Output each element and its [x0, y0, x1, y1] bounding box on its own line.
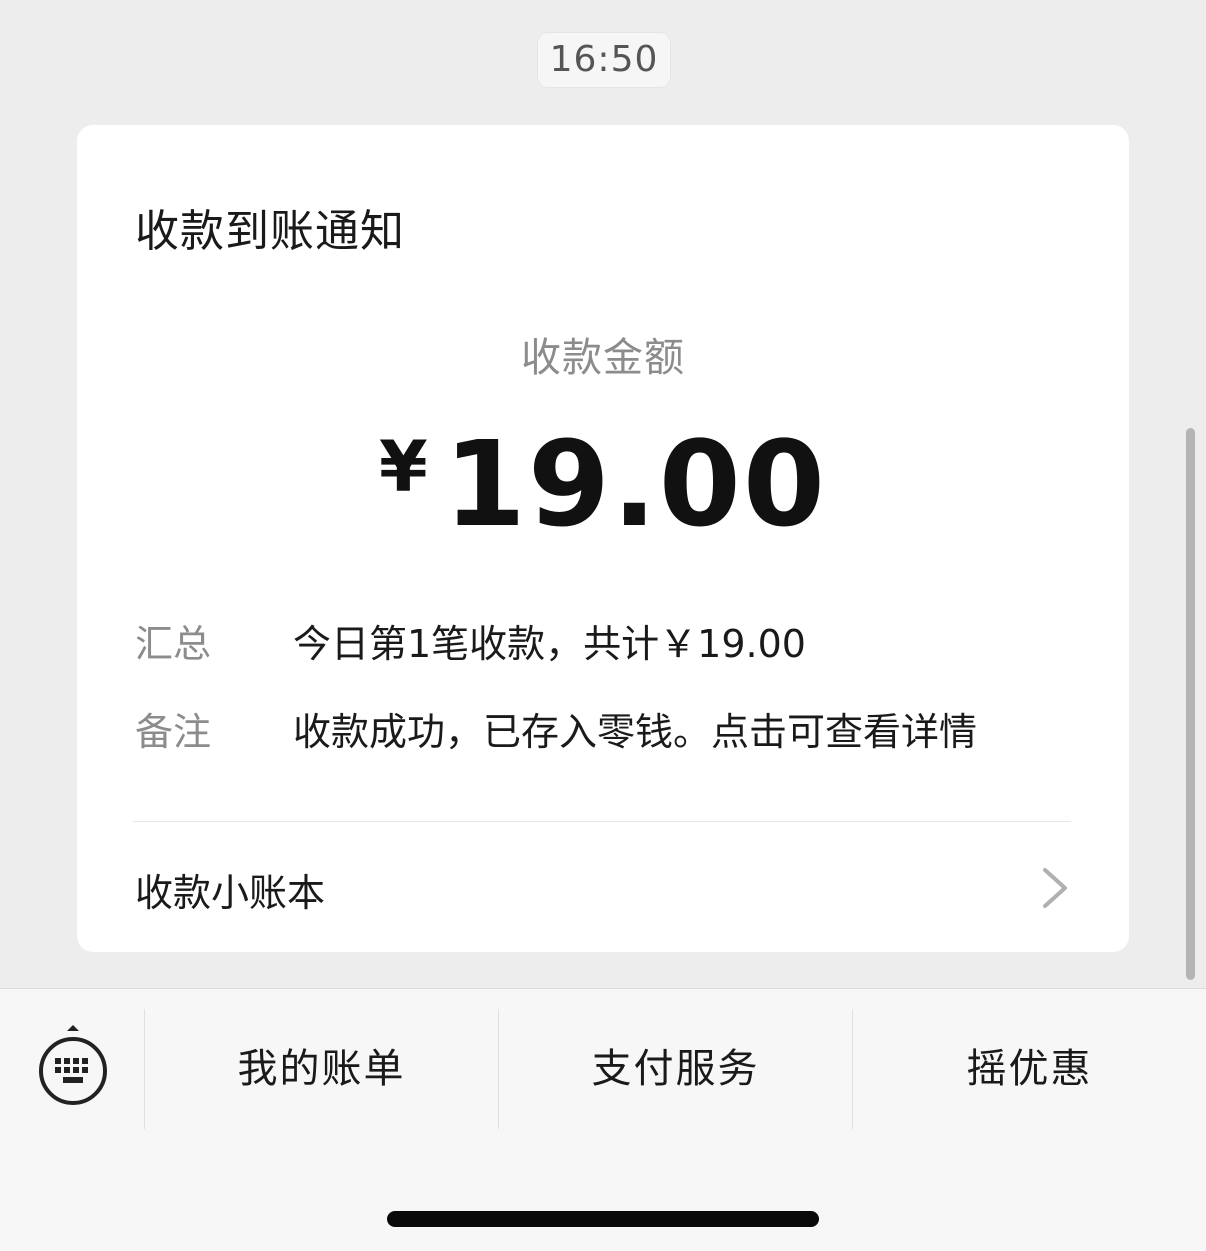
currency-symbol: ¥	[379, 426, 428, 508]
menu-item-my-bills[interactable]: 我的账单	[145, 989, 498, 1149]
amount-value: 19.00	[443, 415, 827, 553]
menu-item-payment-services[interactable]: 支付服务	[499, 989, 852, 1149]
service-menu-bar: 我的账单 支付服务 摇优惠	[0, 988, 1206, 1251]
keyboard-toggle-button[interactable]	[0, 989, 145, 1129]
home-indicator[interactable]	[387, 1211, 819, 1227]
ledger-link[interactable]: 收款小账本	[77, 822, 1129, 952]
chat-area: 16:50 收款到账通知 收款金额 ¥19.00 汇总 今日第1笔收款，共计￥1…	[0, 0, 1206, 988]
remark-value: 收款成功，已存入零钱。点击可查看详情	[293, 710, 978, 754]
keyboard-icon	[39, 1025, 107, 1105]
card-title: 收款到账通知	[135, 206, 405, 257]
summary-label: 汇总	[135, 622, 212, 666]
message-timestamp: 16:50	[538, 33, 670, 87]
amount-display: ¥19.00	[77, 415, 1129, 553]
ledger-label: 收款小账本	[135, 871, 326, 915]
summary-value: 今日第1笔收款，共计￥19.00	[293, 622, 806, 666]
chevron-right-icon	[1043, 868, 1067, 908]
remark-label: 备注	[135, 710, 212, 754]
scrollbar[interactable]	[1186, 428, 1195, 980]
menu-item-shake-offers[interactable]: 摇优惠	[853, 989, 1206, 1149]
payment-notification-card[interactable]: 收款到账通知 收款金额 ¥19.00 汇总 今日第1笔收款，共计￥19.00 备…	[77, 125, 1129, 952]
amount-label: 收款金额	[521, 335, 685, 381]
